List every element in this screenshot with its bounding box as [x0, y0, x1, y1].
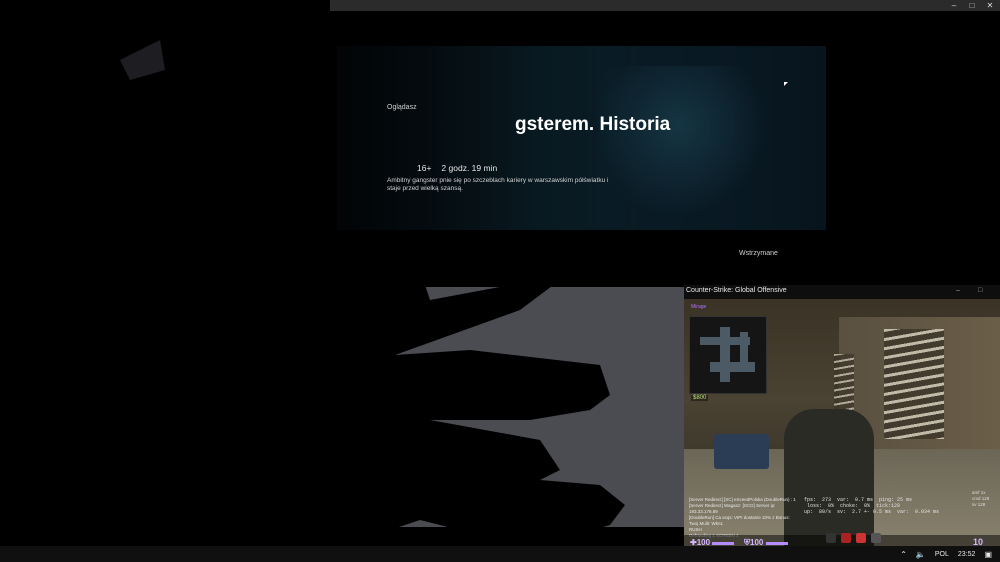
- paused-status: Wstrzymane: [739, 250, 778, 257]
- chat-line: [DoubleRun] Ca ssqs: VIP! dostanie 10% z…: [689, 515, 790, 526]
- app-icon[interactable]: [856, 533, 866, 543]
- movie-title: gsterem. Historia: [515, 114, 671, 135]
- video-player[interactable]: [337, 46, 826, 230]
- taskbar: [0, 546, 1000, 562]
- speaker-icon[interactable]: 🔈: [916, 550, 926, 559]
- money-display: $800: [691, 395, 709, 401]
- duration: 2 godz. 19 min: [441, 163, 498, 173]
- armor-bar: [766, 542, 788, 545]
- chat-line: [Server Redirect] Wagasz: [SCG] Server i…: [689, 503, 776, 514]
- window-title-bar: [0, 0, 1000, 11]
- maximize-icon[interactable]: □: [968, 1, 976, 10]
- age-rating: 16+: [417, 163, 432, 173]
- system-tray: ⌃ 🔈 POL 23:52 ▣: [900, 547, 992, 561]
- notification-icon[interactable]: ▣: [984, 550, 992, 559]
- scene-couch: [714, 434, 769, 469]
- side-stats: amf 1x cmd 128 sv 128: [972, 490, 989, 508]
- mouse-cursor-icon: [784, 82, 788, 86]
- player-overlay: [337, 46, 826, 230]
- app-icon[interactable]: [826, 533, 836, 543]
- app-icon[interactable]: [871, 533, 881, 543]
- health-bar: [712, 542, 734, 545]
- app-icon[interactable]: [841, 533, 851, 543]
- window-controls: – □ ✕: [950, 0, 994, 11]
- movie-meta: 16+ 2 godz. 19 min: [417, 163, 497, 173]
- taskbar-apps: [826, 533, 881, 543]
- language-indicator[interactable]: POL: [935, 551, 949, 558]
- csgo-window[interactable]: Counter-Strike: Global Offensive – □ Mir…: [684, 285, 1000, 550]
- clock[interactable]: 23:52: [958, 551, 976, 558]
- radar-minimap: [689, 316, 767, 394]
- movie-description: Ambitny gangster pnie się po szczeblach …: [387, 177, 609, 192]
- scene-window: [884, 329, 944, 439]
- desktop-background: [390, 287, 685, 527]
- csgo-minimize-icon[interactable]: –: [956, 287, 960, 294]
- csgo-maximize-icon[interactable]: □: [978, 287, 982, 294]
- chat-log: [Server Redirect] [SC] eXceedPolska (Dou…: [689, 497, 799, 539]
- radar-location: Mirage: [691, 304, 707, 310]
- watching-label: Oglądasz: [387, 104, 417, 111]
- csgo-window-title: Counter-Strike: Global Offensive: [686, 287, 787, 294]
- minimize-icon[interactable]: –: [950, 1, 958, 10]
- side-stat-line: sv 128: [972, 502, 986, 507]
- net-graph: fps: 273 var: 0.7 ms ping: 25 ms loss: 0…: [804, 497, 940, 515]
- close-icon[interactable]: ✕: [986, 1, 994, 10]
- chevron-up-icon[interactable]: ⌃: [900, 550, 907, 559]
